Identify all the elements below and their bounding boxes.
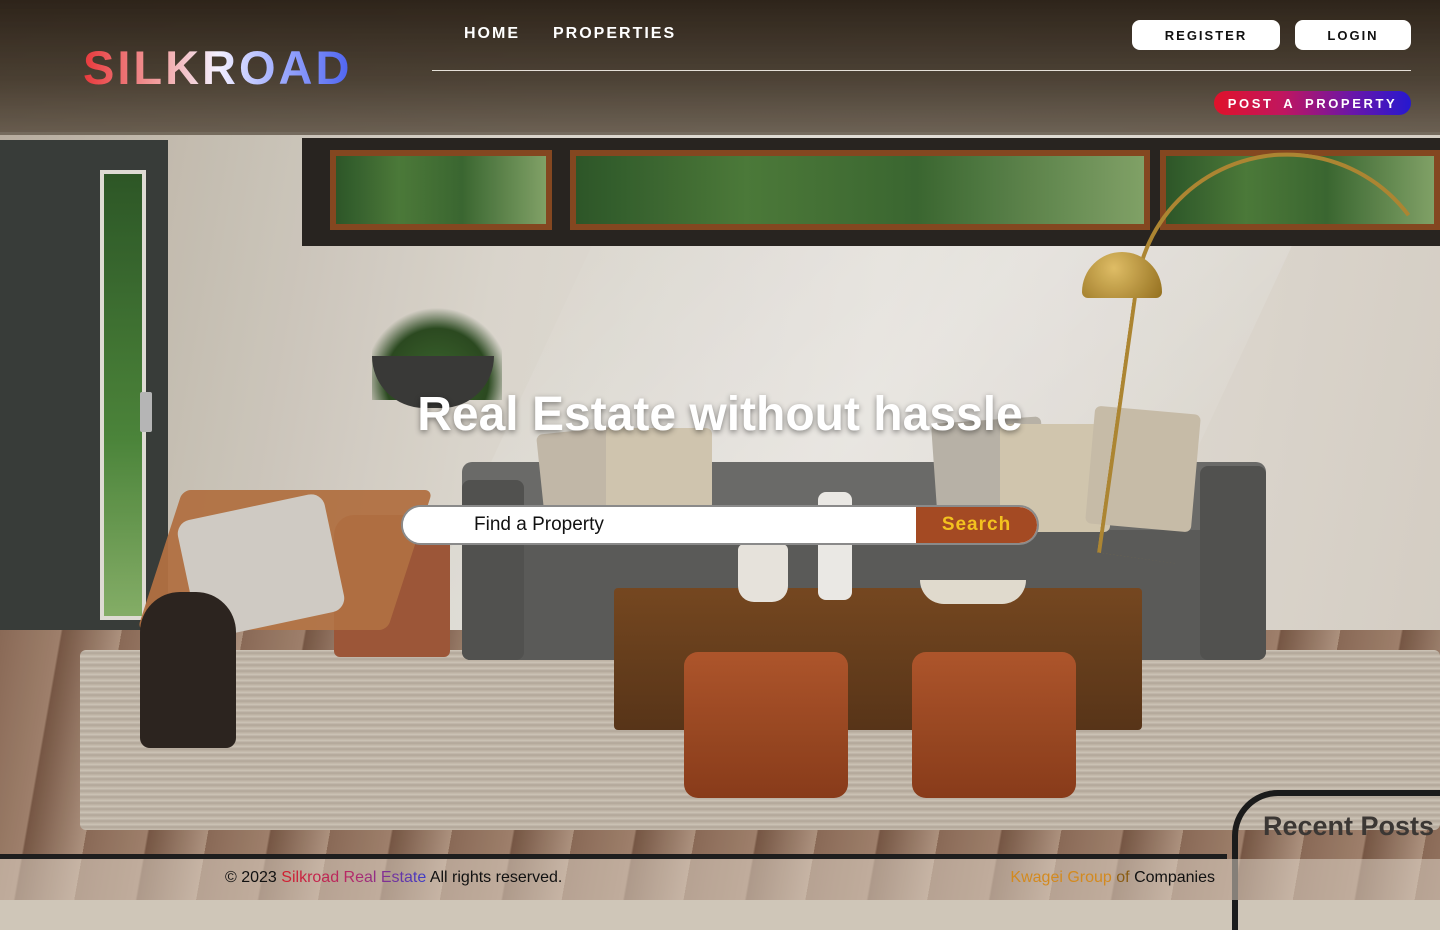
group-of: of xyxy=(1116,869,1130,886)
site-footer xyxy=(0,859,1440,900)
login-button[interactable]: LOGIN xyxy=(1295,20,1411,50)
group-link[interactable]: Kwagei Group xyxy=(1010,869,1111,886)
hero-title: Real Estate without hassle xyxy=(417,388,1023,441)
group-suffix: Companies xyxy=(1134,869,1215,886)
group-credit: Kwagei Group of Companies xyxy=(1010,868,1215,887)
copyright-year: © 2023 xyxy=(225,869,277,886)
recent-posts-heading: Recent Posts xyxy=(1263,811,1435,841)
property-search-form: Search xyxy=(401,505,1039,545)
post-property-button[interactable]: POST A PROPERTY xyxy=(1214,91,1411,115)
hero-background-image xyxy=(0,0,1440,900)
copyright-text: © 2023 Silkroad Real Estate All rights r… xyxy=(225,868,562,887)
nav-home-link[interactable]: HOME xyxy=(464,24,520,44)
hero-overlay xyxy=(0,0,1440,900)
site-header: SILKROAD HOME PROPERTIES REGISTER LOGIN … xyxy=(0,0,1440,135)
main-nav: HOME PROPERTIES xyxy=(464,24,676,44)
site-logo[interactable]: SILKROAD xyxy=(83,42,352,94)
property-search-input[interactable] xyxy=(403,507,916,543)
copyright-suffix: All rights reserved. xyxy=(429,869,563,886)
search-button[interactable]: Search xyxy=(916,507,1037,543)
register-button[interactable]: REGISTER xyxy=(1132,20,1280,50)
footer-brand-link[interactable]: Silkroad Real Estate xyxy=(281,869,426,886)
nav-properties-link[interactable]: PROPERTIES xyxy=(553,24,676,44)
nav-divider xyxy=(432,70,1411,71)
